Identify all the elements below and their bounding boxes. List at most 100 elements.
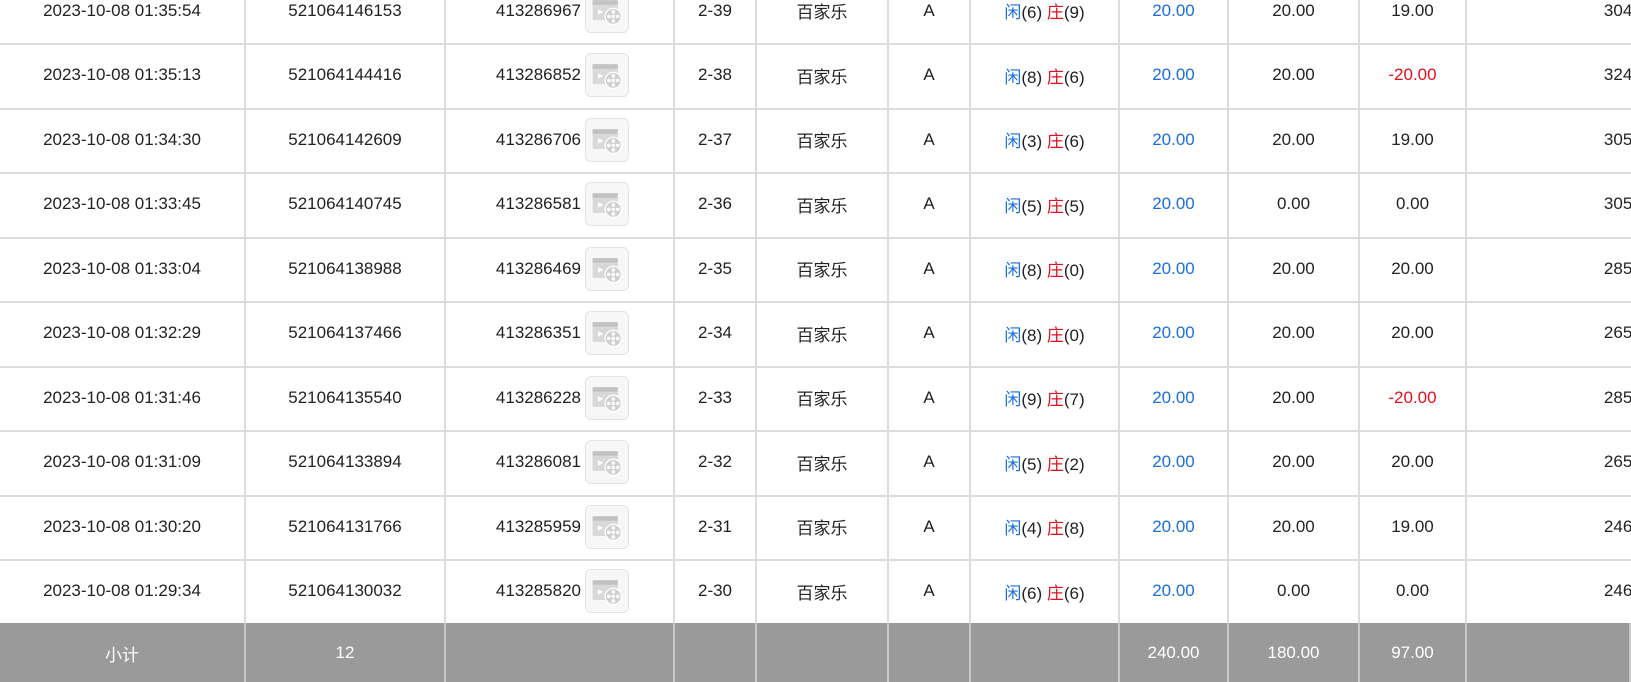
- cell-table-no: 2-37: [675, 107, 757, 174]
- game-result: 闲(9) 庄(7): [1004, 385, 1084, 410]
- win-loss: 19.00: [1391, 0, 1434, 20]
- valid-bet: 20.00: [1272, 129, 1315, 149]
- cell-win-loss: -20.00: [1360, 365, 1467, 432]
- video-replay-icon[interactable]: [585, 53, 629, 97]
- round-id: 413286967: [495, 0, 581, 20]
- seat: A: [923, 581, 935, 600]
- cell-bet-amount: 20.00: [1120, 429, 1229, 497]
- cell-balance: 305.: [1467, 172, 1631, 239]
- balance: 304.: [1603, 0, 1631, 20]
- player-label: 闲: [1004, 67, 1022, 87]
- cell-seat: A: [889, 494, 971, 561]
- banker-label: 庄: [1046, 519, 1064, 538]
- game-type: 百家乐: [796, 132, 848, 151]
- seat: A: [923, 516, 935, 536]
- cell-empty: [446, 623, 675, 682]
- video-replay-icon[interactable]: [585, 440, 629, 484]
- cell-subtotal-valid: 180.00: [1229, 623, 1360, 682]
- table-no: 2-35: [697, 258, 733, 278]
- cell-table-no: 2-31: [675, 494, 757, 561]
- player-label: 闲: [1004, 132, 1022, 151]
- round-id: 413286581: [495, 194, 581, 213]
- cell-game-type: 百家乐: [757, 171, 889, 239]
- round-id: 413285959: [495, 516, 581, 536]
- game-type: 百家乐: [796, 325, 848, 345]
- balance: 305.: [1603, 194, 1631, 213]
- table-no: 2-34: [697, 323, 733, 342]
- cell-bet-id: 521064130032: [246, 558, 446, 626]
- cell-seat: A: [889, 42, 971, 110]
- table-row: 2023-10-08 01:34:30 521064142609 413286706…: [0, 107, 1631, 174]
- game-type: 百家乐: [796, 196, 848, 216]
- cell-table-no: 2-30: [675, 558, 757, 626]
- bet-time: 2023-10-08 01:32:29: [43, 323, 201, 342]
- cell-empty: [757, 623, 889, 682]
- video-replay-icon[interactable]: [585, 0, 629, 33]
- bet-id: 521064131766: [288, 516, 402, 536]
- player-points: (8): [1021, 325, 1043, 345]
- video-replay-icon[interactable]: [585, 117, 629, 162]
- player-label: 闲: [1004, 454, 1022, 474]
- cell-valid-bet: 20.00: [1229, 42, 1360, 110]
- banker-label: 庄: [1046, 390, 1064, 409]
- cell-result: 闲(8) 庄(0): [971, 236, 1120, 303]
- valid-bet: 20.00: [1272, 258, 1315, 278]
- table-row: 2023-10-08 01:31:09 521064133894 413286081…: [0, 429, 1631, 497]
- cell-table-no: 2-32: [675, 429, 757, 497]
- bet-amount: 20.00: [1152, 387, 1195, 407]
- valid-bet: 20.00: [1272, 0, 1315, 20]
- cell-round-id: 413286469: [446, 236, 675, 303]
- cell-seat: A: [889, 171, 971, 239]
- win-loss: 20.00: [1391, 258, 1434, 278]
- game-result: 闲(6) 庄(9): [1004, 0, 1084, 23]
- valid-bet: 20.00: [1272, 452, 1315, 471]
- video-replay-icon[interactable]: [585, 504, 629, 549]
- valid-bet: 0.00: [1276, 194, 1311, 213]
- cell-bet-time: 2023-10-08 01:31:46: [0, 365, 246, 432]
- video-replay-icon[interactable]: [585, 182, 629, 226]
- video-replay-icon[interactable]: [585, 569, 629, 613]
- game-type: 百家乐: [796, 390, 848, 409]
- table-no: 2-38: [697, 65, 733, 84]
- table-row: 2023-10-08 01:33:45 521064140745 413286581…: [0, 171, 1631, 239]
- cell-result: 闲(5) 庄(5): [971, 171, 1120, 239]
- cell-game-type: 百家乐: [757, 558, 889, 626]
- player-label: 闲: [1004, 196, 1022, 216]
- banker-points: (6): [1063, 583, 1085, 603]
- seat: A: [923, 387, 935, 407]
- video-replay-icon[interactable]: [585, 375, 629, 420]
- cell-bet-amount: 20.00: [1120, 107, 1229, 174]
- video-replay-icon[interactable]: [585, 311, 629, 355]
- valid-bet: 0.00: [1276, 581, 1311, 600]
- balance: 285.: [1603, 258, 1631, 278]
- subtotal-row: 小计 12 240.00 180.00 97.00: [0, 623, 1631, 682]
- cell-valid-bet: 20.00: [1229, 0, 1360, 45]
- bet-amount: 20.00: [1152, 452, 1195, 471]
- video-replay-icon[interactable]: [585, 246, 629, 291]
- round-id: 413286081: [495, 452, 581, 471]
- round-id: 413286469: [495, 258, 581, 278]
- player-label: 闲: [1004, 390, 1022, 409]
- bet-id: 521064138988: [288, 258, 402, 278]
- cell-bet-time: 2023-10-08 01:35:13: [0, 42, 246, 110]
- cell-game-type: 百家乐: [757, 429, 889, 497]
- cell-bet-amount: 20.00: [1120, 42, 1229, 110]
- subtotal-count: 12: [335, 643, 355, 662]
- cell-bet-id: 521064138988: [246, 236, 446, 303]
- valid-bet: 20.00: [1272, 516, 1315, 536]
- player-points: (5): [1021, 196, 1043, 216]
- banker-points: (2): [1063, 454, 1085, 474]
- table-no: 2-37: [697, 129, 733, 149]
- win-loss: 19.00: [1391, 129, 1434, 149]
- bet-id: 521064133894: [288, 452, 402, 471]
- banker-points: (7): [1063, 390, 1085, 409]
- bet-id: 521064142609: [288, 129, 402, 149]
- player-label: 闲: [1004, 3, 1022, 22]
- round-id: 413286852: [495, 65, 581, 84]
- cell-bet-time: 2023-10-08 01:35:54: [0, 0, 246, 45]
- table-row: 2023-10-08 01:33:04 521064138988 413286469…: [0, 236, 1631, 303]
- round-id: 413286706: [495, 129, 581, 149]
- cell-win-loss: 20.00: [1360, 236, 1467, 303]
- bet-time: 2023-10-08 01:33:45: [43, 194, 201, 213]
- bet-time: 2023-10-08 01:34:30: [43, 129, 201, 149]
